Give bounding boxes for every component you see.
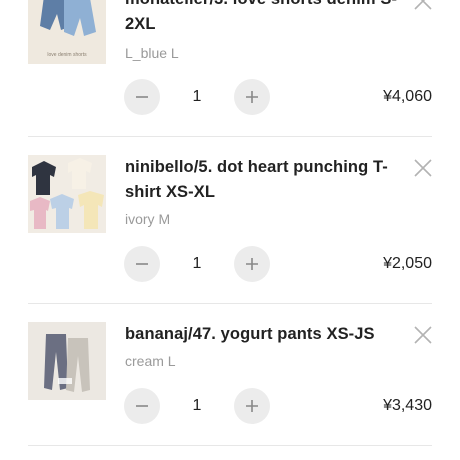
item-divider xyxy=(28,445,432,446)
plus-icon xyxy=(246,400,258,412)
product-thumbnail[interactable] xyxy=(28,322,106,400)
quantity-value: 1 xyxy=(192,255,202,272)
product-variant: L_blue L xyxy=(125,45,179,61)
minus-icon xyxy=(136,96,148,98)
product-variant: cream L xyxy=(125,353,176,369)
product-thumbnail[interactable] xyxy=(28,155,106,233)
plus-icon xyxy=(246,258,258,270)
increase-quantity-button[interactable] xyxy=(234,388,270,424)
product-price: ¥2,050 xyxy=(383,255,432,272)
product-title[interactable]: ninibello/5. dot heart punching T-shirt … xyxy=(125,155,415,205)
product-title[interactable]: monateller/3. love shorts denim S-2XL xyxy=(125,0,415,37)
pants-photo xyxy=(28,322,106,400)
product-title[interactable]: bananaj/47. yogurt pants XS-JS xyxy=(125,322,415,347)
item-divider xyxy=(28,136,432,137)
thumb-caption: love denim shorts xyxy=(47,52,87,58)
product-thumbnail[interactable]: love denim shorts xyxy=(28,0,106,64)
close-icon[interactable] xyxy=(412,0,434,12)
decrease-quantity-button[interactable] xyxy=(124,246,160,282)
tshirts-photo xyxy=(28,155,106,233)
plus-icon xyxy=(246,91,258,103)
denim-shorts-photo: love denim shorts xyxy=(28,0,106,64)
close-icon[interactable] xyxy=(412,324,434,346)
close-icon[interactable] xyxy=(412,157,434,179)
quantity-value: 1 xyxy=(192,88,202,105)
decrease-quantity-button[interactable] xyxy=(124,79,160,115)
increase-quantity-button[interactable] xyxy=(234,79,270,115)
minus-icon xyxy=(136,263,148,265)
product-variant: ivory M xyxy=(125,211,171,227)
minus-icon xyxy=(136,405,148,407)
product-price: ¥3,430 xyxy=(383,397,432,414)
quantity-value: 1 xyxy=(192,397,202,414)
product-price: ¥4,060 xyxy=(383,88,432,105)
increase-quantity-button[interactable] xyxy=(234,246,270,282)
decrease-quantity-button[interactable] xyxy=(124,388,160,424)
item-divider xyxy=(28,303,432,304)
